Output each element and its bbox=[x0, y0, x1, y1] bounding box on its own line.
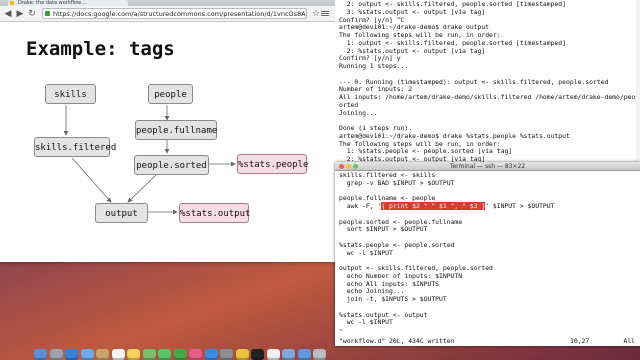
facetime-icon[interactable] bbox=[173, 349, 187, 360]
terminal-scrollbar[interactable] bbox=[636, 0, 640, 162]
address-bar[interactable]: https://docs.google.com/a/structuredcomm… bbox=[42, 8, 307, 19]
url-text: https://docs.google.com/a/structuredcomm… bbox=[53, 10, 306, 18]
node-people-fullname: people.fullname bbox=[135, 120, 217, 140]
contacts-icon[interactable] bbox=[96, 349, 109, 360]
app-store-icon[interactable] bbox=[204, 349, 218, 360]
messages-icon[interactable] bbox=[158, 349, 171, 360]
terminal-line: All inputs: /home/artem/drake-demo/skill… bbox=[339, 93, 640, 101]
highlighted-awk-program: { print $2 " " $1 ", " $3 } bbox=[381, 202, 486, 210]
bookmark-star-icon[interactable]: ☆ bbox=[311, 9, 321, 19]
node-skills-filtered: skills.filtered bbox=[34, 137, 116, 157]
chrome-icon[interactable] bbox=[235, 349, 249, 360]
preview-icon[interactable] bbox=[282, 349, 295, 360]
menu-icon[interactable] bbox=[321, 10, 329, 18]
reload-icon[interactable]: ↻ bbox=[27, 9, 37, 19]
textedit-icon[interactable] bbox=[266, 349, 280, 360]
editor-line: sort $INPUT > $OUTPUT bbox=[339, 225, 428, 234]
awk-prefix: awk -F, ' bbox=[339, 202, 382, 210]
editor-line: wc -l $INPUT bbox=[339, 248, 393, 257]
back-icon[interactable]: ◀ bbox=[3, 9, 13, 19]
slides-favicon-icon bbox=[10, 1, 14, 5]
cursor-position: 10,27 bbox=[570, 337, 590, 345]
forward-icon[interactable]: ▶ bbox=[15, 9, 25, 19]
terminal-line: Running 1 steps... bbox=[339, 62, 409, 70]
editor-line: ~ bbox=[339, 326, 343, 334]
lock-icon bbox=[45, 11, 50, 16]
terminal-window: Terminal — ssh — 83×22 skills.filtered <… bbox=[335, 162, 640, 346]
edge-people-sorted-to-output bbox=[127, 174, 157, 203]
presentation-slide: Example: tags skills people people.fulln… bbox=[6, 24, 329, 260]
mail-icon[interactable] bbox=[80, 349, 94, 360]
node-stats-people: %stats.people bbox=[237, 154, 308, 174]
status-file-message: "workflow.d" 20L, 434C written bbox=[339, 337, 455, 345]
node-skills: skills bbox=[45, 84, 96, 104]
editor-line: join -t, $INPUTS > $OUTPUT bbox=[339, 295, 447, 303]
scroll-position: All bbox=[623, 337, 635, 345]
terminal-titlebar: Terminal — ssh — 83×22 bbox=[335, 162, 640, 171]
terminal-line: orted bbox=[339, 100, 359, 109]
editor-line: wc -l $INPUT bbox=[339, 318, 393, 327]
terminal-session-output[interactable]: 2: output <- skills.filtered, people.sor… bbox=[335, 0, 640, 162]
terminal-line: Joining... bbox=[339, 108, 378, 117]
terminal-icon[interactable] bbox=[251, 349, 264, 360]
itunes-icon[interactable] bbox=[189, 349, 202, 360]
editor-line: grep -v BAD $INPUT > $OUTPUT bbox=[339, 178, 455, 187]
terminal-window-title: Terminal — ssh — 83×22 bbox=[449, 163, 526, 170]
safari-icon[interactable] bbox=[65, 349, 78, 360]
edge-skills-filtered-to-output bbox=[71, 157, 112, 203]
trash-icon[interactable] bbox=[313, 349, 326, 360]
browser-toolbar: ◀ ▶ ↻ https://docs.google.com/a/structur… bbox=[0, 6, 335, 22]
launchpad-icon[interactable] bbox=[49, 349, 63, 360]
browser-window: Drake: the data workflow… ◀ ▶ ↻ https://… bbox=[0, 0, 335, 262]
node-people: people bbox=[148, 84, 193, 104]
calendar-icon[interactable] bbox=[111, 349, 125, 360]
notes-icon[interactable] bbox=[127, 349, 140, 360]
node-people-sorted: people.sorted bbox=[134, 155, 209, 175]
awk-suffix: ' $INPUT > $OUTPUT bbox=[485, 202, 555, 210]
folder-icon[interactable] bbox=[297, 349, 311, 360]
awk-line: awk -F, '{ print $2 " " $1 ", " $3 }' $I… bbox=[339, 202, 638, 211]
node-output: output bbox=[95, 203, 148, 223]
node-stats-output: %stats.output bbox=[179, 203, 250, 223]
maps-icon[interactable] bbox=[142, 349, 156, 360]
dock bbox=[0, 348, 640, 360]
finder-icon[interactable] bbox=[34, 349, 47, 360]
vim-editor[interactable]: skills.filtered <- skills grep -v BAD $I… bbox=[339, 172, 638, 336]
vim-status-line: "workflow.d" 20L, 434C written 10,27 All bbox=[339, 337, 635, 345]
system-preferences-icon[interactable] bbox=[220, 349, 233, 360]
